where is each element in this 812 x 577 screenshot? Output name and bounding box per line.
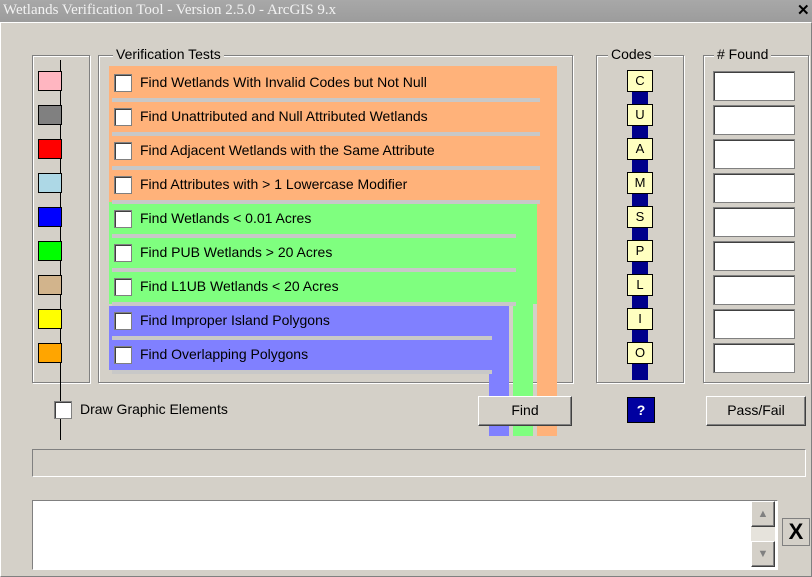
legend-swatch bbox=[38, 71, 62, 91]
test-label: Find Improper Island Polygons bbox=[140, 312, 330, 328]
legend-swatch bbox=[38, 207, 62, 227]
draw-graphics-checkbox[interactable] bbox=[54, 401, 72, 419]
found-count-field[interactable] bbox=[713, 309, 795, 339]
test-row-separator bbox=[112, 98, 540, 102]
code-box: P bbox=[627, 240, 653, 262]
legend-swatch bbox=[38, 241, 62, 261]
test-checkbox[interactable] bbox=[114, 176, 132, 194]
test-row-separator bbox=[112, 166, 540, 170]
test-row-separator bbox=[112, 132, 540, 136]
test-label: Find Attributes with > 1 Lowercase Modif… bbox=[140, 176, 408, 192]
legend-swatch bbox=[38, 343, 62, 363]
test-checkbox[interactable] bbox=[114, 108, 132, 126]
title-bar: Wetlands Verification Tool - Version 2.5… bbox=[0, 0, 812, 22]
test-row-separator bbox=[112, 370, 492, 374]
test-label: Find L1UB Wetlands < 20 Acres bbox=[140, 278, 339, 294]
found-count-field[interactable] bbox=[713, 71, 795, 101]
verification-tests-label: Verification Tests bbox=[113, 46, 224, 62]
test-label: Find Unattributed and Null Attributed We… bbox=[140, 108, 428, 124]
legend-swatch bbox=[38, 139, 62, 159]
message-scrollbar[interactable]: ▲ ▼ bbox=[751, 501, 775, 567]
test-row-separator bbox=[112, 336, 492, 340]
scroll-up-button[interactable]: ▲ bbox=[751, 501, 775, 527]
progress-bar bbox=[32, 449, 806, 477]
found-count-field[interactable] bbox=[713, 105, 795, 135]
found-label: # Found bbox=[714, 46, 772, 62]
window-title: Wetlands Verification Tool - Version 2.5… bbox=[3, 2, 337, 18]
find-button[interactable]: Find bbox=[478, 396, 572, 426]
test-label: Find PUB Wetlands > 20 Acres bbox=[140, 244, 333, 260]
legend-swatch bbox=[38, 105, 62, 125]
found-count-field[interactable] bbox=[713, 139, 795, 169]
test-label: Find Adjacent Wetlands with the Same Att… bbox=[140, 142, 435, 158]
test-checkbox[interactable] bbox=[114, 244, 132, 262]
help-button[interactable]: ? bbox=[627, 397, 655, 423]
code-box: O bbox=[627, 342, 653, 364]
passfail-button[interactable]: Pass/Fail bbox=[706, 396, 806, 426]
code-box: S bbox=[627, 206, 653, 228]
test-checkbox[interactable] bbox=[114, 278, 132, 296]
legend-swatch bbox=[38, 275, 62, 295]
test-checkbox[interactable] bbox=[114, 312, 132, 330]
test-checkbox[interactable] bbox=[114, 346, 132, 364]
legend-swatch bbox=[38, 173, 62, 193]
code-box: U bbox=[627, 104, 653, 126]
test-label: Find Wetlands < 0.01 Acres bbox=[140, 210, 312, 226]
code-box: I bbox=[627, 308, 653, 330]
scroll-down-button[interactable]: ▼ bbox=[751, 541, 775, 567]
found-count-field[interactable] bbox=[713, 275, 795, 305]
draw-graphics-label: Draw Graphic Elements bbox=[80, 401, 228, 417]
code-box: M bbox=[627, 172, 653, 194]
code-box: C bbox=[627, 70, 653, 92]
found-count-field[interactable] bbox=[713, 343, 795, 373]
test-checkbox[interactable] bbox=[114, 142, 132, 160]
code-box: L bbox=[627, 274, 653, 296]
test-checkbox[interactable] bbox=[114, 74, 132, 92]
code-box: A bbox=[627, 138, 653, 160]
window-close-icon[interactable]: ✕ bbox=[797, 1, 810, 19]
test-row-separator bbox=[112, 200, 540, 204]
test-row-separator bbox=[112, 302, 516, 306]
message-close-button[interactable]: X bbox=[782, 518, 810, 546]
found-count-field[interactable] bbox=[713, 173, 795, 203]
codes-label: Codes bbox=[608, 46, 655, 62]
test-row-separator bbox=[112, 234, 516, 238]
message-box[interactable] bbox=[32, 500, 778, 570]
found-count-field[interactable] bbox=[713, 207, 795, 237]
found-count-field[interactable] bbox=[713, 241, 795, 271]
legend-swatch bbox=[38, 309, 62, 329]
orange-band-tail bbox=[537, 66, 557, 436]
test-row-separator bbox=[112, 268, 516, 272]
test-label: Find Wetlands With Invalid Codes but Not… bbox=[140, 74, 427, 90]
test-checkbox[interactable] bbox=[114, 210, 132, 228]
test-label: Find Overlapping Polygons bbox=[140, 346, 309, 362]
